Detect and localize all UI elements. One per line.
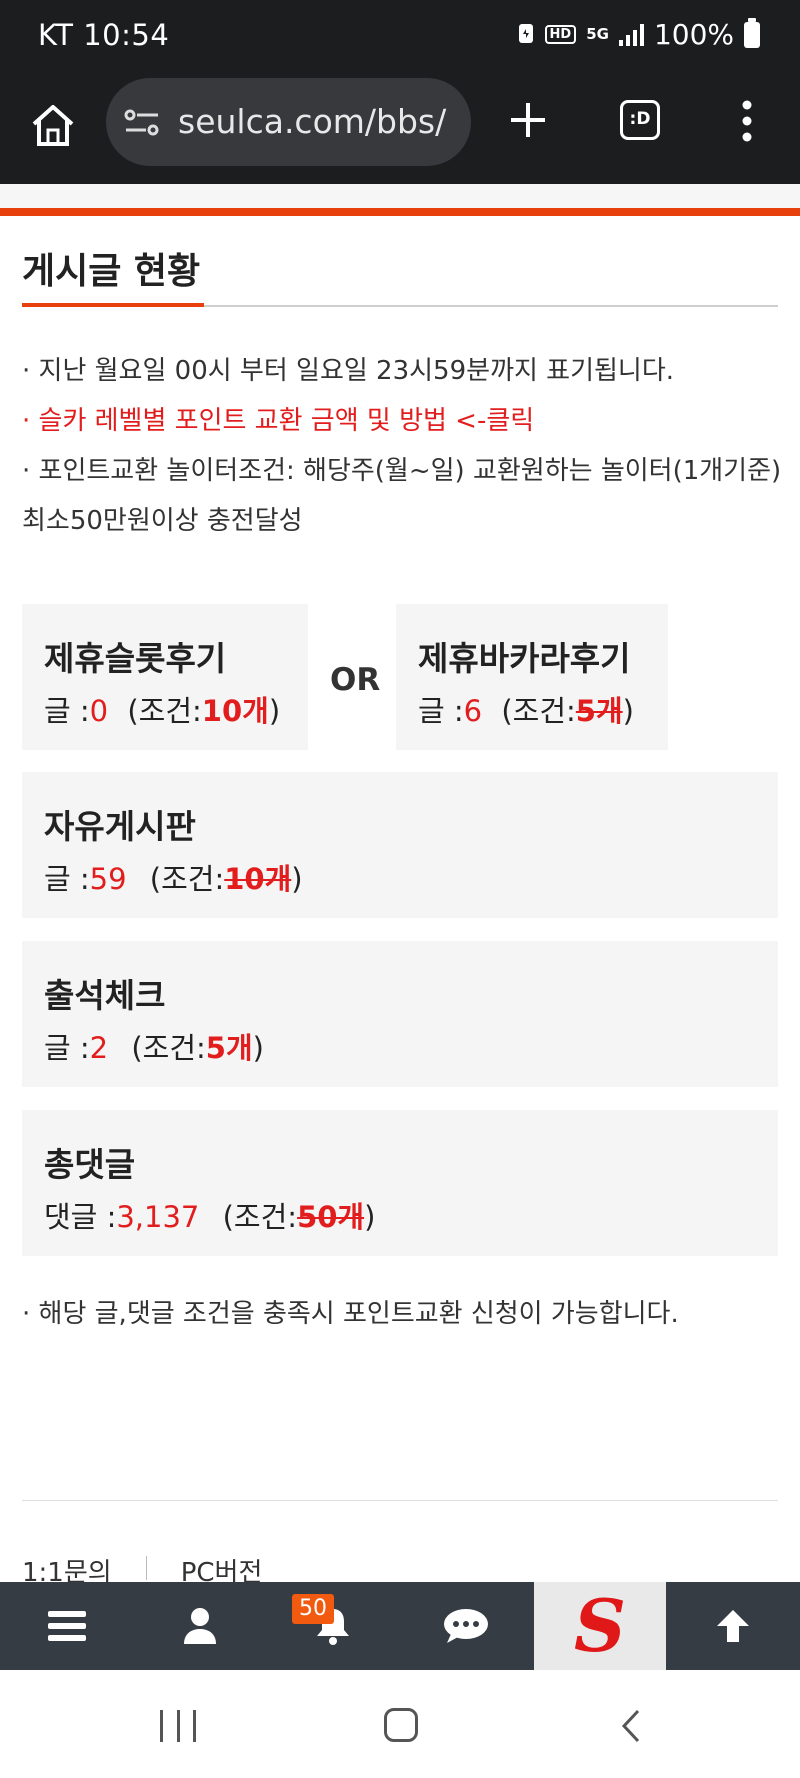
card-stat-row: 글 :6 (조건:5개) xyxy=(418,688,634,730)
stat-count: 6 xyxy=(463,694,483,728)
footer-separator xyxy=(145,1556,147,1580)
site-settings-icon[interactable] xyxy=(124,108,160,138)
stat-card-baccarat-review: 제휴바카라후기 글 :6 (조건:5개) xyxy=(396,604,668,750)
stat-prefix: 글 : xyxy=(44,1031,90,1065)
condition-suffix: ) xyxy=(268,694,281,728)
recent-apps-icon[interactable] xyxy=(160,1710,196,1742)
browser-toolbar: seulca.com/bbs/ :D xyxy=(0,70,800,184)
card-stat-row: 글 :59 (조건:10개) xyxy=(44,856,303,898)
home-icon[interactable] xyxy=(28,100,78,150)
stat-count: 59 xyxy=(89,862,127,896)
chat-icon[interactable] xyxy=(399,1582,532,1670)
data-saver-icon xyxy=(517,21,535,48)
condition-value: 5개 xyxy=(205,1031,253,1065)
note-exchange-link[interactable]: · 슬카 레벨별 포인트 교환 금액 및 방법 <-클릭 xyxy=(22,396,782,446)
condition-value: 10개 xyxy=(224,862,292,896)
footer-link-pc-version[interactable]: PC버전 xyxy=(181,1552,263,1582)
card-title: 제휴슬롯후기 xyxy=(44,639,227,678)
network-5g-icon: 5G xyxy=(586,25,609,43)
site-logo-button[interactable]: S xyxy=(534,1582,666,1670)
stat-card-free-board: 자유게시판 글 :59 (조건:10개) xyxy=(22,772,778,918)
tab-switcher-icon[interactable]: :D xyxy=(620,100,660,140)
stat-prefix: 글 : xyxy=(44,862,90,896)
card-title: 총댓글 xyxy=(44,1145,136,1184)
condition-prefix: (조건: xyxy=(222,1200,298,1234)
condition-value: 50개 xyxy=(297,1200,365,1234)
stat-card-attendance: 출석체크 글 :2 (조건:5개) xyxy=(22,941,778,1087)
card-stat-row: 글 :0 (조건:10개) xyxy=(44,688,280,730)
footer-links: 1:1문의 PC버전 xyxy=(22,1552,262,1582)
condition-suffix: ) xyxy=(252,1031,264,1065)
site-logo: S xyxy=(574,1583,626,1668)
url-text[interactable]: seulca.com/bbs/ xyxy=(178,102,458,141)
new-tab-icon[interactable] xyxy=(508,100,548,140)
note-period: · 지난 월요일 00시 부터 일요일 23시59분까지 표기됩니다. xyxy=(22,356,675,386)
more-menu-icon[interactable] xyxy=(737,98,757,144)
condition-prefix: (조건: xyxy=(501,694,576,728)
condition-suffix: ) xyxy=(364,1200,376,1234)
page-top-strip xyxy=(0,184,800,208)
accent-top-line xyxy=(0,208,800,216)
condition-prefix: (조건: xyxy=(131,1031,206,1065)
card-title: 출석체크 xyxy=(44,976,166,1015)
footer-divider xyxy=(22,1500,778,1501)
condition-value: 10개 xyxy=(201,694,269,728)
card-stat-row: 댓글 :3,137 (조건:50개) xyxy=(44,1194,375,1236)
signal-strength-icon xyxy=(618,23,644,46)
stat-prefix: 댓글 : xyxy=(44,1200,117,1234)
stat-prefix: 글 : xyxy=(44,694,90,728)
status-bar: KT 10:54 HD 5G 100% xyxy=(0,0,800,70)
system-nav-bar xyxy=(0,1670,800,1778)
info-notes: · 지난 월요일 00시 부터 일요일 23시59분까지 표기됩니다. · 슬카… xyxy=(22,346,782,546)
or-label: OR xyxy=(330,662,381,698)
card-title: 자유게시판 xyxy=(44,807,196,846)
note-condition: · 포인트교환 놀이터조건: 해당주(월~일) 교환원하는 놀이터(1개기준) … xyxy=(22,456,782,536)
condition-prefix: (조건: xyxy=(127,694,202,728)
title-accent-bar xyxy=(22,303,204,307)
address-bar[interactable]: seulca.com/bbs/ xyxy=(106,78,471,166)
stat-count: 0 xyxy=(89,694,109,728)
user-icon[interactable] xyxy=(133,1582,266,1670)
stat-card-slot-review: 제휴슬롯후기 글 :0 (조건:10개) xyxy=(22,604,308,750)
arrow-up-icon[interactable] xyxy=(666,1582,799,1670)
battery-percent: 100% xyxy=(653,18,734,51)
stat-count: 3,137 xyxy=(116,1200,200,1234)
hamburger-menu-icon[interactable] xyxy=(0,1582,133,1670)
back-icon[interactable] xyxy=(614,1708,650,1744)
stat-prefix: 글 : xyxy=(418,694,464,728)
condition-suffix: ) xyxy=(622,694,634,728)
bottom-app-nav: 50 S xyxy=(0,1582,800,1670)
footer-link-inquiry[interactable]: 1:1문의 xyxy=(22,1552,112,1582)
condition-prefix: (조건: xyxy=(149,862,225,896)
card-stat-row: 글 :2 (조건:5개) xyxy=(44,1025,264,1067)
notification-badge: 50 xyxy=(292,1594,334,1624)
page-title: 게시글 현황 xyxy=(22,251,201,292)
card-title: 제휴바카라후기 xyxy=(418,639,631,678)
hd-voice-icon: HD xyxy=(544,25,577,44)
carrier-time: KT 10:54 xyxy=(38,18,170,52)
status-icons: HD 5G 100% xyxy=(517,17,760,51)
exchange-requirement-note: · 해당 글,댓글 조건을 충족시 포인트교환 신청이 가능합니다. xyxy=(22,1299,679,1329)
battery-icon xyxy=(744,17,760,48)
system-home-icon[interactable] xyxy=(384,1708,418,1742)
condition-suffix: ) xyxy=(291,862,303,896)
stat-card-total-comments: 총댓글 댓글 :3,137 (조건:50개) xyxy=(22,1110,778,1256)
stat-count: 2 xyxy=(89,1031,109,1065)
condition-value: 5개 xyxy=(575,694,623,728)
